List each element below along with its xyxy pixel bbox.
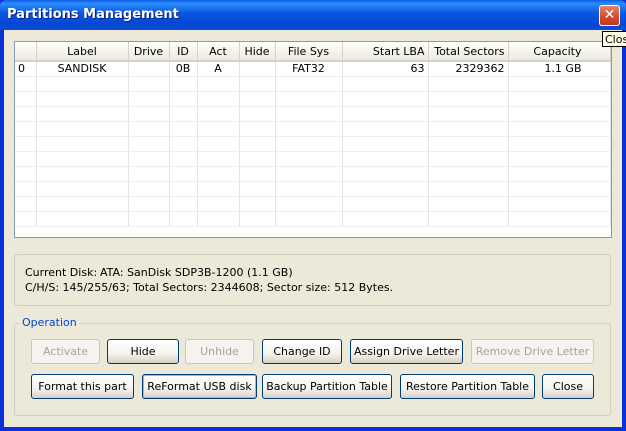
empty-row bbox=[15, 151, 611, 167]
table-row[interactable]: 0 SANDISK 0B A FAT32 63 2329362 1.1 GB bbox=[15, 61, 611, 77]
column-header-index[interactable] bbox=[15, 42, 37, 62]
cell-hide bbox=[239, 61, 276, 77]
column-header-file-sys[interactable]: File Sys bbox=[275, 42, 343, 62]
partitions-management-window: Partitions Management ✕ Close Label Driv… bbox=[0, 0, 626, 431]
cell-act: A bbox=[197, 61, 240, 77]
partition-list[interactable]: Label Drive ID Act Hide File Sys Start L… bbox=[14, 41, 612, 238]
close-button[interactable]: Close bbox=[542, 374, 594, 399]
empty-row bbox=[15, 181, 611, 197]
empty-row bbox=[15, 196, 611, 212]
column-header-act[interactable]: Act bbox=[197, 42, 240, 62]
disk-info-panel: Current Disk: ATA: SanDisk SDP3B-1200 (1… bbox=[14, 254, 611, 306]
cell-label: SANDISK bbox=[36, 61, 129, 77]
reformat-usb-disk-button[interactable]: ReFormat USB disk bbox=[142, 374, 257, 399]
hide-button[interactable]: Hide bbox=[107, 339, 179, 364]
column-header-start-lba[interactable]: Start LBA bbox=[342, 42, 429, 62]
column-header-id[interactable]: ID bbox=[169, 42, 198, 62]
column-header-capacity[interactable]: Capacity bbox=[508, 42, 611, 62]
activate-button[interactable]: Activate bbox=[31, 339, 100, 364]
current-disk-value: ATA: SanDisk SDP3B-1200 (1.1 GB) bbox=[100, 266, 293, 279]
table-header-row: Label Drive ID Act Hide File Sys Start L… bbox=[15, 42, 611, 62]
backup-partition-table-button[interactable]: Backup Partition Table bbox=[262, 374, 392, 399]
close-icon[interactable]: ✕ bbox=[599, 5, 620, 26]
empty-row bbox=[15, 121, 611, 137]
cell-drive bbox=[128, 61, 170, 77]
column-header-label[interactable]: Label bbox=[36, 42, 129, 62]
operation-group bbox=[14, 323, 611, 416]
column-header-hide[interactable]: Hide bbox=[239, 42, 276, 62]
column-header-drive[interactable]: Drive bbox=[128, 42, 170, 62]
cell-index: 0 bbox=[15, 61, 37, 77]
empty-row bbox=[15, 76, 611, 92]
unhide-button[interactable]: Unhide bbox=[185, 339, 254, 364]
assign-drive-letter-button[interactable]: Assign Drive Letter bbox=[350, 339, 463, 364]
restore-partition-table-button[interactable]: Restore Partition Table bbox=[400, 374, 535, 399]
empty-row bbox=[15, 136, 611, 152]
partition-table: Label Drive ID Act Hide File Sys Start L… bbox=[15, 42, 611, 227]
empty-row bbox=[15, 106, 611, 122]
dialog-client-area: Label Drive ID Act Hide File Sys Start L… bbox=[4, 30, 622, 427]
cell-id: 0B bbox=[169, 61, 198, 77]
format-this-part-button[interactable]: Format this part bbox=[31, 374, 134, 399]
column-header-total-sectors[interactable]: Total Sectors bbox=[428, 42, 509, 62]
close-tooltip: Close bbox=[602, 31, 626, 47]
change-id-button[interactable]: Change ID bbox=[262, 339, 342, 364]
empty-row bbox=[15, 166, 611, 182]
cell-start-lba: 63 bbox=[342, 61, 429, 77]
cell-file-sys: FAT32 bbox=[275, 61, 343, 77]
title-bar[interactable]: Partitions Management ✕ bbox=[0, 0, 626, 30]
empty-row bbox=[15, 211, 611, 227]
empty-row bbox=[15, 91, 611, 107]
remove-drive-letter-button[interactable]: Remove Drive Letter bbox=[471, 339, 594, 364]
cell-total-sectors: 2329362 bbox=[428, 61, 509, 77]
window-title: Partitions Management bbox=[7, 7, 179, 22]
operation-group-label: Operation bbox=[20, 316, 79, 329]
cell-capacity: 1.1 GB bbox=[508, 61, 611, 77]
current-disk-label: Current Disk: bbox=[25, 266, 98, 279]
chs-info: C/H/S: 145/255/63; Total Sectors: 234460… bbox=[25, 281, 394, 294]
